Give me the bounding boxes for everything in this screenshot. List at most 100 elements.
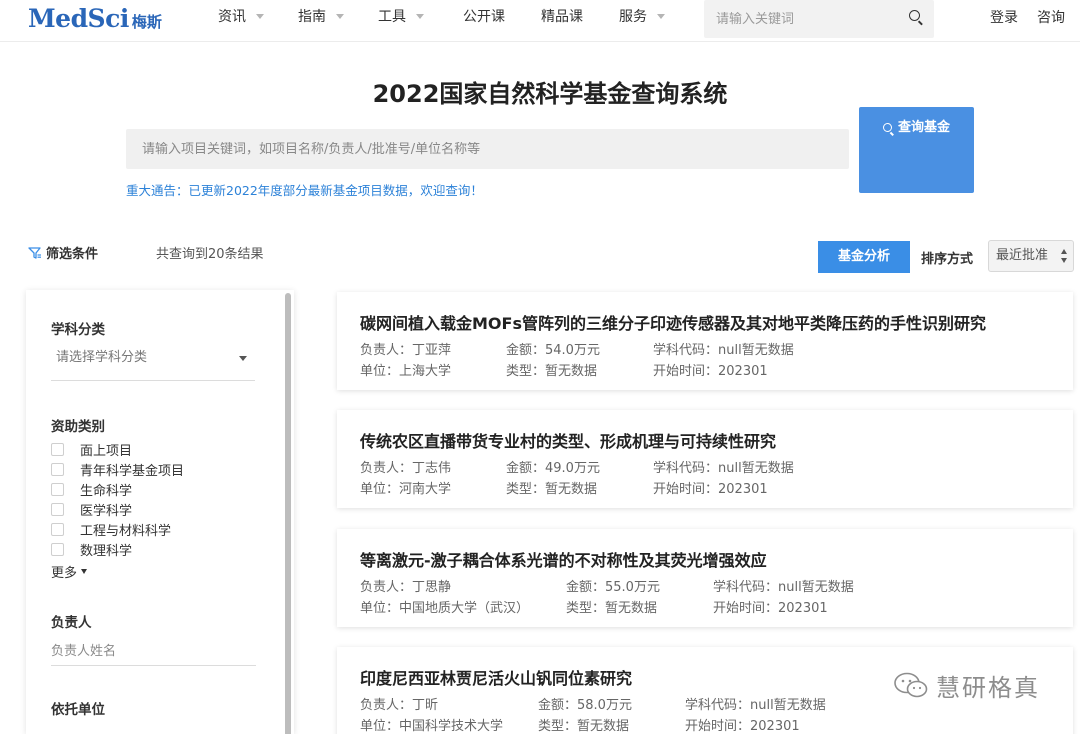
more-options-toggle[interactable]: 更多: [51, 562, 88, 581]
result-subject-code: 学科代码：null暂无数据: [653, 461, 794, 476]
checkbox[interactable]: [51, 483, 64, 496]
result-start-time: 开始时间：202301: [653, 364, 768, 379]
fund-search-button-label: 查询基金: [897, 120, 950, 135]
funding-option[interactable]: 工程与材料科学: [51, 520, 171, 539]
chevron-down-icon: [416, 13, 424, 19]
wechat-watermark: 慧研格真: [892, 668, 1040, 703]
checkbox[interactable]: [51, 523, 64, 536]
funding-option-label: 生命科学: [80, 484, 133, 499]
watermark-text: 慧研格真: [936, 674, 1040, 702]
chevron-down-icon: [256, 13, 264, 19]
result-unit: 单位：中国科学技术大学: [360, 719, 504, 734]
result-card[interactable]: 传统农区直播带货专业村的类型、形成机理与可持续性研究 负责人：丁志伟 金额：49…: [337, 410, 1073, 508]
logo-text-cn: 梅斯: [131, 13, 162, 31]
result-amount: 金额：54.0万元: [506, 343, 600, 358]
funding-option[interactable]: 医学科学: [51, 500, 132, 519]
nav-item-tools[interactable]: 工具: [378, 6, 424, 26]
filter-label[interactable]: 筛选条件: [28, 243, 98, 262]
result-title[interactable]: 等离激元-激子耦合体系光谱的不对称性及其荧光增强效应: [360, 547, 767, 571]
logo-text-en: MedSci: [28, 4, 129, 33]
funding-option-label: 数理科学: [80, 544, 133, 559]
sort-select-value: 最近批准: [996, 248, 1049, 263]
notice-banner[interactable]: 重大通告：已更新2022年度部分最新基金项目数据，欢迎查询！: [126, 180, 483, 199]
leader-name-input[interactable]: [51, 638, 256, 666]
leader-section-title: 负责人: [51, 615, 92, 631]
sort-select[interactable]: 最近批准: [988, 240, 1074, 272]
fund-analysis-button[interactable]: 基金分析: [818, 241, 910, 273]
result-leader: 负责人：丁昕: [360, 698, 439, 713]
fund-search-box: [126, 129, 849, 169]
nav-item-label: 服务: [619, 9, 647, 25]
nav-item-label: 指南: [298, 9, 326, 25]
page-title: 2022国家自然科学基金查询系统: [372, 80, 728, 108]
result-unit: 单位：上海大学: [360, 364, 452, 379]
nav-item-open-course[interactable]: 公开课: [463, 6, 505, 26]
result-subject-code: 学科代码：null暂无数据: [713, 580, 854, 595]
nav-item-guide[interactable]: 指南: [298, 6, 344, 26]
more-label: 更多: [51, 566, 78, 581]
result-unit: 单位：中国地质大学（武汉）: [360, 601, 530, 616]
result-type: 类型：暂无数据: [538, 719, 630, 734]
unit-section-title: 依托单位: [51, 702, 105, 718]
funding-option-label: 医学科学: [80, 504, 133, 519]
result-amount: 金额：55.0万元: [566, 580, 660, 595]
result-card[interactable]: 碳网间植入载金MOFs管阵列的三维分子印迹传感器及其对地平类降压药的手性识别研究…: [337, 292, 1073, 390]
funding-option[interactable]: 生命科学: [51, 480, 132, 499]
result-amount: 金额：58.0万元: [538, 698, 632, 713]
funding-option[interactable]: 面上项目: [51, 440, 132, 459]
checkbox[interactable]: [51, 543, 64, 556]
checkbox[interactable]: [51, 463, 64, 476]
result-subject-code: 学科代码：null暂无数据: [653, 343, 794, 358]
chevron-down-icon: [336, 13, 344, 19]
result-leader: 负责人：丁亚萍: [360, 343, 452, 358]
login-link[interactable]: 登录: [990, 7, 1018, 27]
nav-item-services[interactable]: 服务: [619, 6, 665, 26]
result-type: 类型：暂无数据: [566, 601, 658, 616]
nav-item-news[interactable]: 资讯: [218, 6, 264, 26]
sort-label: 排序方式: [921, 252, 974, 267]
result-start-time: 开始时间：202301: [685, 719, 800, 734]
sidebar-scrollbar[interactable]: [285, 293, 291, 734]
checkbox[interactable]: [51, 443, 64, 456]
result-title[interactable]: 传统农区直播带货专业村的类型、形成机理与可持续性研究: [360, 428, 776, 452]
funding-option-label: 面上项目: [80, 444, 133, 459]
result-title[interactable]: 碳网间植入载金MOFs管阵列的三维分子印迹传感器及其对地平类降压药的手性识别研究: [360, 310, 986, 334]
subject-select[interactable]: 请选择学科分类: [51, 343, 255, 381]
search-icon: [882, 123, 892, 132]
result-leader: 负责人：丁志伟: [360, 461, 452, 476]
result-type: 类型：暂无数据: [506, 482, 598, 497]
funding-option[interactable]: 青年科学基金项目: [51, 460, 184, 479]
chevron-down-icon: [239, 356, 247, 361]
filter-icon: [28, 246, 41, 259]
top-navbar: MedSci 梅斯 资讯 指南 工具 公开课 精品课 服务 登录 咨询: [0, 0, 1080, 42]
fund-search-input[interactable]: [126, 141, 849, 157]
chevron-down-icon: [81, 569, 88, 574]
result-card[interactable]: 等离激元-激子耦合体系光谱的不对称性及其荧光增强效应 负责人：丁思静 金额：55…: [337, 529, 1073, 627]
result-start-time: 开始时间：202301: [653, 482, 768, 497]
funding-option-label: 工程与材料科学: [80, 524, 172, 539]
checkbox[interactable]: [51, 503, 64, 516]
consult-link[interactable]: 咨询: [1037, 7, 1065, 27]
filter-sidebar: 学科分类 请选择学科分类 资助类别 面上项目 青年科学基金项目 生命科学 医学科…: [26, 290, 294, 734]
result-amount: 金额：49.0万元: [506, 461, 600, 476]
nav-item-premium-course[interactable]: 精品课: [541, 6, 583, 26]
funding-section-title: 资助类别: [51, 419, 105, 435]
search-icon[interactable]: [909, 10, 920, 21]
filter-label-text: 筛选条件: [46, 247, 99, 262]
nav-item-label: 精品课: [541, 9, 583, 25]
fund-search-button[interactable]: 查询基金: [859, 107, 974, 193]
result-type: 类型：暂无数据: [506, 364, 598, 379]
funding-option-label: 青年科学基金项目: [80, 464, 185, 479]
wechat-icon: [894, 672, 928, 697]
nav-item-label: 公开课: [463, 9, 505, 25]
top-search-input[interactable]: [704, 11, 894, 27]
top-search-box: [704, 0, 934, 38]
result-unit: 单位：河南大学: [360, 482, 452, 497]
result-title[interactable]: 印度尼西亚林贾尼活火山钒同位素研究: [360, 665, 632, 689]
select-arrows-icon: [1061, 249, 1067, 263]
nav-item-label: 工具: [378, 9, 406, 25]
medsci-logo[interactable]: MedSci 梅斯: [28, 4, 162, 34]
nav-item-label: 资讯: [218, 9, 246, 25]
funding-option[interactable]: 数理科学: [51, 540, 132, 559]
result-leader: 负责人：丁思静: [360, 580, 452, 595]
